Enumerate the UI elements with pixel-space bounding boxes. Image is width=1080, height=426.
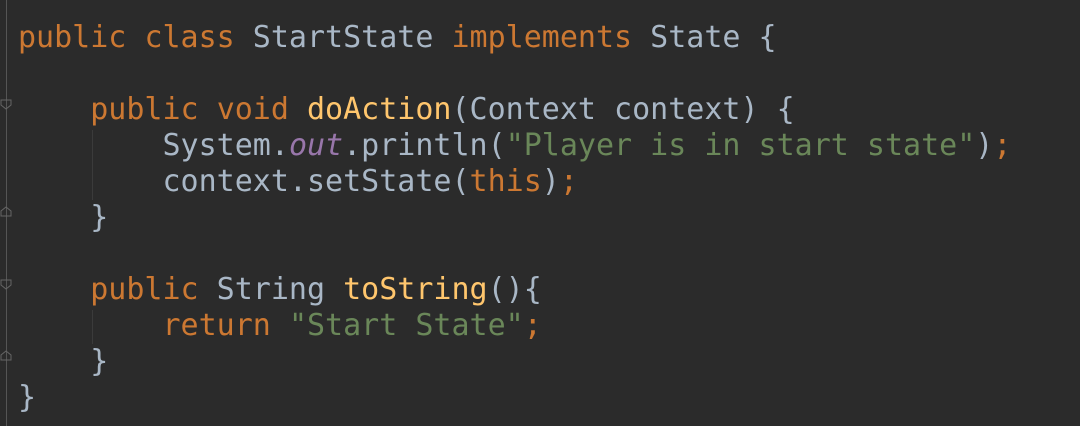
code-line[interactable]: public class StartState implements State… <box>18 20 1011 56</box>
code-token: State { <box>632 20 777 55</box>
fold-end-marker-icon[interactable] <box>0 206 12 218</box>
code-token: (){ <box>487 272 542 307</box>
code-token: context.setState( <box>18 164 470 199</box>
code-line[interactable]: } <box>18 200 1011 236</box>
code-token: } <box>18 200 109 235</box>
code-token: ) <box>975 128 994 163</box>
code-line[interactable]: public String toString(){ <box>18 272 1011 308</box>
code-line[interactable]: } <box>18 344 1011 380</box>
code-token: class <box>144 20 235 55</box>
code-token: this <box>469 164 542 199</box>
code-line[interactable]: System.out.println("Player is in start s… <box>18 128 1011 164</box>
code-line[interactable]: public void doAction(Context context) { <box>18 92 1011 128</box>
code-line[interactable]: return "Start State"; <box>18 308 1011 344</box>
code-line[interactable] <box>18 236 1011 272</box>
source-code[interactable]: public class StartState implements State… <box>18 20 1011 416</box>
code-token: void <box>216 92 289 127</box>
code-token: (Context context) { <box>451 92 795 127</box>
code-line[interactable] <box>18 56 1011 92</box>
code-line[interactable]: context.setState(this); <box>18 164 1011 200</box>
code-token: String <box>198 272 344 307</box>
code-token: doAction <box>307 92 452 127</box>
code-token: } <box>18 344 109 379</box>
code-line[interactable]: } <box>18 380 1011 416</box>
fold-end-marker-icon[interactable] <box>0 350 12 362</box>
code-token: public <box>18 20 127 55</box>
code-token: public <box>90 92 199 127</box>
code-token: ; <box>523 308 542 343</box>
code-token: ; <box>559 164 578 199</box>
code-editor[interactable]: public class StartState implements State… <box>0 0 1080 426</box>
code-token: implements <box>451 20 633 55</box>
code-token: .println( <box>343 128 506 163</box>
fold-marker-icon[interactable] <box>0 98 12 110</box>
fold-marker-icon[interactable] <box>0 278 12 290</box>
code-token: public <box>90 272 199 307</box>
code-token: "Player is in start state" <box>505 128 976 163</box>
code-token: "Start State" <box>288 308 524 343</box>
code-token: } <box>18 380 37 415</box>
code-token: System. <box>18 128 289 163</box>
code-token: ; <box>993 128 1012 163</box>
code-token: return <box>162 308 271 343</box>
code-token: StartState <box>234 20 452 55</box>
code-token: toString <box>343 272 488 307</box>
code-token: out <box>288 128 344 163</box>
code-token: ) <box>541 164 560 199</box>
